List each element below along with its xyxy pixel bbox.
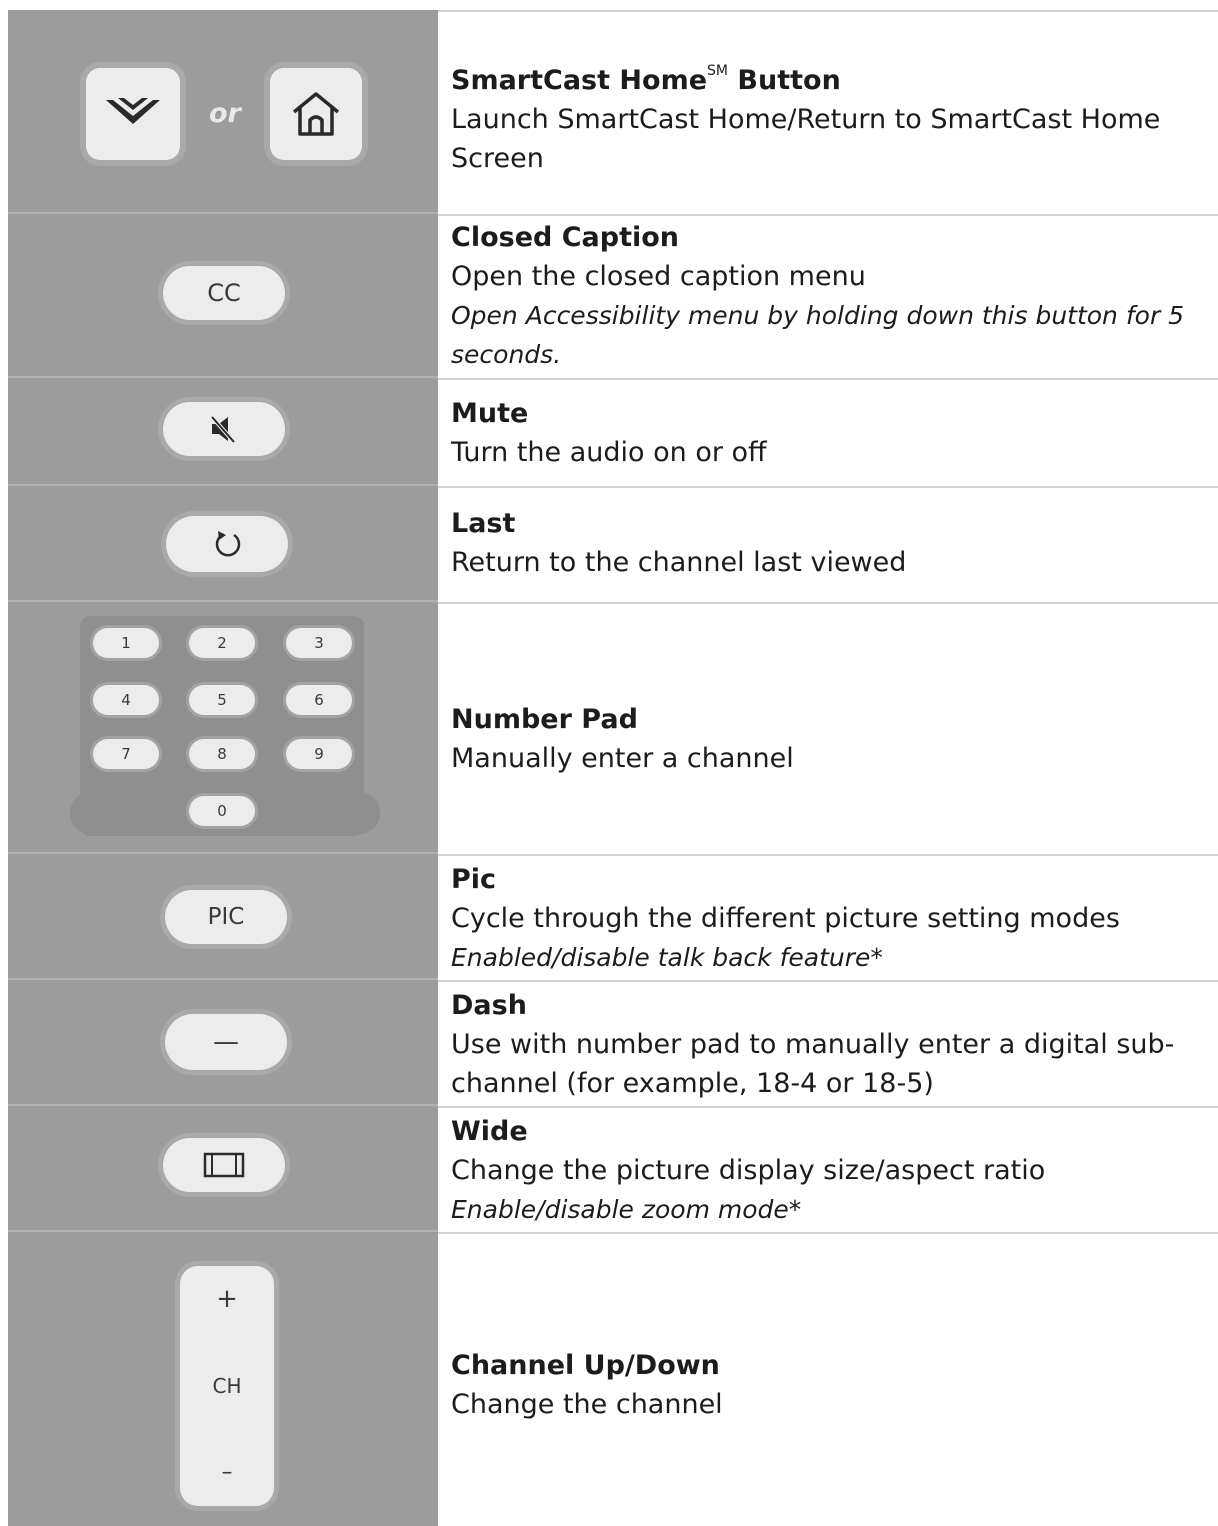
pic-note: Enabled/disable talk back feature* <box>451 943 883 972</box>
row-channel-desc: Channel Up/Down Change the channel <box>451 1346 1210 1424</box>
closed-caption-description: Open the closed caption menu <box>451 261 866 292</box>
vizio-v-button[interactable] <box>86 68 180 160</box>
channel-down-button[interactable]: – <box>180 1460 274 1485</box>
row-smartcast-home-graphic: or <box>8 10 438 212</box>
closed-caption-note: Open Accessibility menu by holding down … <box>451 301 1185 369</box>
row-wide-graphic <box>8 1106 438 1230</box>
pic-button[interactable]: PIC <box>165 890 287 944</box>
key-9[interactable]: 9 <box>286 739 352 769</box>
row-dash: — Dash Use with number pad to manually e… <box>8 980 1218 1104</box>
row-number-pad-desc: Number Pad Manually enter a channel <box>451 700 1210 778</box>
row-mute-text: Mute Turn the audio on or off <box>438 378 1218 484</box>
mute-icon <box>210 415 236 444</box>
channel-rocker[interactable]: + CH – <box>180 1266 274 1506</box>
mute-title: Mute <box>451 398 529 429</box>
key-6[interactable]: 6 <box>286 685 352 715</box>
key-3-label: 3 <box>314 634 324 652</box>
row-smartcast-home-text: SmartCast HomeSM Button Launch SmartCast… <box>438 10 1218 212</box>
row-last: Last Return to the channel last viewed <box>8 486 1218 600</box>
smartcast-home-title: SmartCast HomeSM Button <box>451 63 841 96</box>
row-dash-text: Dash Use with number pad to manually ent… <box>438 980 1218 1104</box>
cc-button-label: CC <box>207 279 241 307</box>
row-wide: Wide Change the picture display size/asp… <box>8 1106 1218 1230</box>
row-smartcast-home: or SmartCast HomeSM Button Launch SmartC… <box>8 10 1218 212</box>
last-button[interactable] <box>166 516 288 572</box>
pic-button-label: PIC <box>207 904 245 930</box>
row-pic-desc: Pic Cycle through the different picture … <box>451 860 1210 977</box>
channel-title: Channel Up/Down <box>451 1350 720 1381</box>
or-label: or <box>209 98 241 129</box>
mute-description: Turn the audio on or off <box>451 437 767 468</box>
wide-icon <box>203 1152 245 1178</box>
key-4-label: 4 <box>121 691 131 709</box>
key-5-label: 5 <box>217 691 227 709</box>
row-dash-desc: Dash Use with number pad to manually ent… <box>451 986 1210 1103</box>
row-smartcast-home-desc: SmartCast HomeSM Button Launch SmartCast… <box>451 56 1210 178</box>
row-dash-graphic: — <box>8 980 438 1104</box>
row-number-pad-graphic: 1 2 3 4 5 6 7 8 9 0 <box>8 602 438 852</box>
row-number-pad: 1 2 3 4 5 6 7 8 9 0 Number Pad Manually … <box>8 602 1218 852</box>
key-7[interactable]: 7 <box>93 739 159 769</box>
key-0-label: 0 <box>217 802 227 820</box>
row-pic-graphic: PIC <box>8 854 438 978</box>
channel-label: CH <box>212 1374 242 1398</box>
wide-button[interactable] <box>163 1138 285 1192</box>
key-8-label: 8 <box>217 745 227 763</box>
key-1-label: 1 <box>121 634 131 652</box>
key-7-label: 7 <box>121 745 131 763</box>
row-pic: PIC Pic Cycle through the different pict… <box>8 854 1218 978</box>
row-closed-caption-desc: Closed Caption Open the closed caption m… <box>451 218 1210 374</box>
row-pic-text: Pic Cycle through the different picture … <box>438 854 1218 978</box>
last-channel-icon <box>215 531 241 557</box>
dash-button[interactable]: — <box>165 1014 287 1070</box>
last-description: Return to the channel last viewed <box>451 547 907 578</box>
key-4[interactable]: 4 <box>93 685 159 715</box>
key-2[interactable]: 2 <box>189 628 255 658</box>
smartcast-home-description: Launch SmartCast Home/Return to SmartCas… <box>451 104 1161 174</box>
row-mute: Mute Turn the audio on or off <box>8 378 1218 484</box>
row-channel-text: Channel Up/Down Change the channel <box>438 1232 1218 1526</box>
row-channel: + CH – Channel Up/Down Change the channe… <box>8 1232 1218 1526</box>
wide-title: Wide <box>451 1116 528 1147</box>
channel-up-button[interactable]: + <box>180 1284 274 1314</box>
key-2-label: 2 <box>217 634 227 652</box>
last-title: Last <box>451 508 516 539</box>
row-mute-desc: Mute Turn the audio on or off <box>451 394 1210 472</box>
vizio-v-icon <box>106 98 160 124</box>
key-5[interactable]: 5 <box>189 685 255 715</box>
row-closed-caption: CC Closed Caption Open the closed captio… <box>8 214 1218 376</box>
row-last-graphic <box>8 486 438 600</box>
closed-caption-title: Closed Caption <box>451 222 680 253</box>
pic-title: Pic <box>451 864 497 895</box>
key-8[interactable]: 8 <box>189 739 255 769</box>
key-6-label: 6 <box>314 691 324 709</box>
row-wide-desc: Wide Change the picture display size/asp… <box>451 1112 1210 1229</box>
row-last-text: Last Return to the channel last viewed <box>438 486 1218 600</box>
number-pad-description: Manually enter a channel <box>451 743 794 774</box>
pic-description: Cycle through the different picture sett… <box>451 903 1120 934</box>
wide-note: Enable/disable zoom mode* <box>451 1195 802 1224</box>
row-mute-graphic <box>8 378 438 484</box>
row-wide-text: Wide Change the picture display size/asp… <box>438 1106 1218 1230</box>
key-1[interactable]: 1 <box>93 628 159 658</box>
dash-button-label: — <box>213 1027 239 1057</box>
row-closed-caption-text: Closed Caption Open the closed caption m… <box>438 214 1218 376</box>
key-3[interactable]: 3 <box>286 628 352 658</box>
home-button[interactable] <box>270 68 362 160</box>
row-channel-graphic: + CH – <box>8 1232 438 1526</box>
row-closed-caption-graphic: CC <box>8 214 438 376</box>
cc-button[interactable]: CC <box>163 266 285 320</box>
dash-description: Use with number pad to manually enter a … <box>451 1029 1175 1099</box>
number-pad-title: Number Pad <box>451 704 638 735</box>
key-9-label: 9 <box>314 745 324 763</box>
row-number-pad-text: Number Pad Manually enter a channel <box>438 602 1218 852</box>
channel-description: Change the channel <box>451 1389 723 1420</box>
key-0[interactable]: 0 <box>189 796 255 826</box>
wide-description: Change the picture display size/aspect r… <box>451 1155 1046 1186</box>
dash-title: Dash <box>451 990 527 1021</box>
home-icon <box>292 92 340 136</box>
row-last-desc: Last Return to the channel last viewed <box>451 504 1210 582</box>
mute-button[interactable] <box>163 402 285 456</box>
